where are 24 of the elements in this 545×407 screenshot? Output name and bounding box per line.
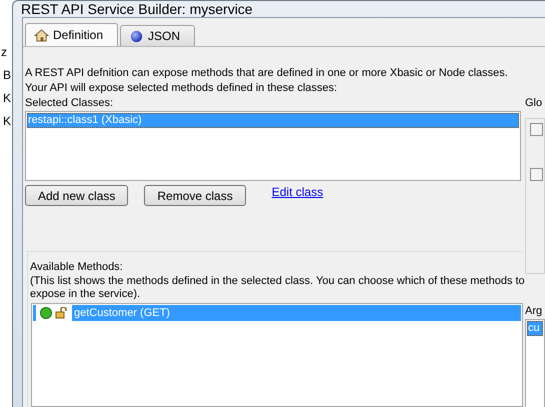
checkbox[interactable]	[530, 123, 543, 136]
methods-note-text: (This list shows the methods defined in the selected class. You can choose which of these methods to	[30, 275, 523, 288]
selected-classes-label: Selected Classes:	[25, 96, 114, 111]
background-window-text: K	[3, 91, 12, 106]
description-text: Your API will expose selected methods defined in these classes:	[25, 81, 338, 96]
padlock-icon	[55, 307, 69, 319]
edit-class-link[interactable]: Edit class	[272, 185, 324, 200]
background-window-text: K	[3, 114, 12, 129]
window-title: REST API Service Builder: myservice	[21, 1, 253, 17]
global-panel-label: Glo	[525, 96, 544, 111]
checkbox[interactable]	[530, 168, 543, 181]
status-dot-icon	[40, 307, 52, 319]
class-action-button[interactable]: Add new class	[25, 185, 128, 206]
tab[interactable]: Definition	[25, 23, 118, 46]
class-action-button[interactable]: Remove class	[144, 185, 246, 206]
arguments-label: Arg	[525, 304, 544, 319]
tab[interactable]: JSON	[120, 25, 196, 46]
methods-note-text: expose in the service).	[30, 288, 142, 301]
house-icon	[34, 28, 49, 42]
background-window-text: B	[3, 68, 12, 83]
background-window-text: z	[1, 45, 7, 60]
description-text: A REST API defnition can expose methods that are defined in one or more Xbasic or Node classes.	[25, 66, 509, 81]
ball-icon	[129, 30, 144, 42]
available-methods-label: Available Methods:	[30, 260, 124, 275]
